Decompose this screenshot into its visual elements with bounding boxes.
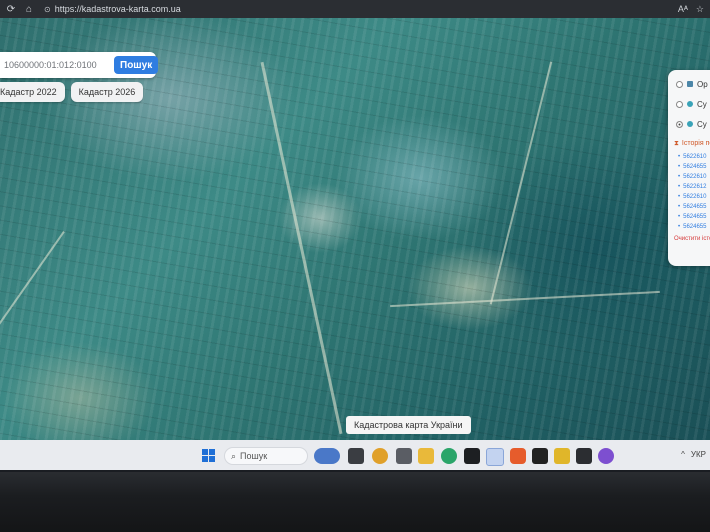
taskbar-app-viber-icon[interactable]: [598, 448, 614, 464]
taskbar-app-exchange-icon[interactable]: [576, 448, 592, 464]
bullet-icon: •: [678, 224, 681, 230]
layer-swatch-icon: [687, 81, 693, 87]
bullet-icon: •: [678, 154, 681, 160]
search-panel: Пошук: [0, 52, 159, 78]
layer-option[interactable]: Су: [668, 114, 710, 134]
history-item[interactable]: • 5624655: [668, 202, 710, 212]
taskbar-app-edge-icon[interactable]: [441, 448, 457, 464]
taskbar-app-chrome-icon[interactable]: [372, 448, 388, 464]
refresh-icon[interactable]: ⟳: [4, 4, 18, 15]
layer-label: Су: [697, 119, 707, 129]
tray-language[interactable]: УКР: [691, 450, 706, 459]
history-item-text: 5624655: [683, 164, 707, 170]
taskbar-app-terminal-icon[interactable]: [532, 448, 548, 464]
history-icon: ⧗: [674, 140, 679, 147]
layer-swatch-icon: [687, 121, 693, 127]
taskbar-search[interactable]: ⌕ Пошук: [224, 447, 308, 465]
browser-toolbar: ⟳ ⌂ ⊙ https://kadastrova-karta.com.ua Aᴬ…: [0, 0, 710, 18]
history-item[interactable]: • 5622610: [668, 192, 710, 202]
taskbar-app-folder-icon[interactable]: [418, 448, 434, 464]
layer-radio-selected[interactable]: [676, 120, 683, 128]
read-aloud-icon[interactable]: Aᴬ: [678, 4, 688, 14]
history-title-text: Історія по: [681, 140, 710, 147]
layer-panel: Ор Су Су ⧗ Історія по •5622610 •5624655 …: [668, 70, 710, 266]
windows-start-button[interactable]: [202, 449, 216, 463]
taskbar-app-binance-icon[interactable]: [554, 448, 570, 464]
taskbar-app-taskview-icon[interactable]: [348, 448, 364, 464]
layer-option[interactable]: Су: [668, 94, 710, 114]
search-icon: ⌕: [231, 450, 237, 461]
cadastre-tabs: Кадастр 2022 Кадастр 2026: [0, 82, 144, 102]
history-item[interactable]: • 5622610: [668, 152, 710, 162]
history-item[interactable]: • 5624655: [668, 212, 710, 222]
home-icon[interactable]: ⌂: [22, 4, 36, 15]
history-item-text: 5624655: [683, 224, 707, 230]
bullet-icon: •: [678, 194, 681, 200]
tab-cadastre-2022[interactable]: Кадастр 2022: [0, 82, 65, 102]
satellite-map[interactable]: Пошук Кадастр 2022 Кадастр 2026 Ор Су Су: [0, 18, 710, 448]
history-item-text: 5624655: [683, 214, 707, 220]
history-item-text: 5622610: [683, 194, 707, 200]
taskbar-app-browser-active-icon[interactable]: [486, 448, 504, 466]
history-item[interactable]: • 5624655: [668, 162, 710, 172]
history-item-text: 5622610: [683, 174, 707, 180]
search-button[interactable]: Пошук: [114, 56, 159, 74]
history-item[interactable]: • 5622610: [668, 172, 710, 182]
map-attribution: Кадастрова карта України: [346, 416, 471, 434]
taskbar-app-tradingview-icon[interactable]: [464, 448, 480, 464]
layer-label: Су: [697, 99, 707, 109]
address-bar[interactable]: ⊙ https://kadastrova-karta.com.ua: [44, 4, 181, 14]
bullet-icon: •: [678, 184, 681, 190]
windows-taskbar: ⌕ Пошук ^ УКР: [0, 440, 710, 470]
taskbar-app-widget-icon[interactable]: [314, 448, 340, 464]
layer-radio[interactable]: [676, 80, 683, 88]
layer-radio[interactable]: [676, 100, 683, 108]
taskbar-app-store-icon[interactable]: [396, 448, 412, 464]
clear-history-link[interactable]: Очистити історі: [668, 232, 710, 242]
taskbar-search-label: Пошук: [240, 451, 268, 461]
taskbar-app-brave-icon[interactable]: [510, 448, 526, 464]
history-item[interactable]: • 5622612: [668, 182, 710, 192]
history-item[interactable]: • 5624655: [668, 222, 710, 232]
cadastral-number-input[interactable]: [2, 59, 110, 71]
tray-chevron-up-icon[interactable]: ^: [681, 450, 685, 459]
bullet-icon: •: [678, 204, 681, 210]
tab-cadastre-2026[interactable]: Кадастр 2026: [70, 82, 144, 102]
monitor-screen: ⟳ ⌂ ⊙ https://kadastrova-karta.com.ua Aᴬ…: [0, 0, 710, 470]
layer-option[interactable]: Ор: [668, 74, 710, 94]
history-item-text: 5622610: [683, 154, 707, 160]
favorite-star-icon[interactable]: ☆: [696, 4, 704, 15]
bullet-icon: •: [678, 164, 681, 170]
layer-label: Ор: [697, 79, 708, 89]
history-item-text: 5624655: [683, 204, 707, 210]
browser-extras: Aᴬ ☆: [678, 0, 704, 18]
monitor-bezel: [0, 472, 710, 532]
system-tray: ^ УКР: [681, 450, 706, 459]
history-title: ⧗ Історія по: [668, 134, 710, 152]
address-bar-url: https://kadastrova-karta.com.ua: [54, 4, 181, 14]
layer-swatch-icon: [687, 101, 693, 107]
history-item-text: 5622612: [683, 184, 707, 190]
bullet-icon: •: [678, 214, 681, 220]
site-info-icon[interactable]: ⊙: [44, 5, 51, 14]
bullet-icon: •: [678, 174, 681, 180]
